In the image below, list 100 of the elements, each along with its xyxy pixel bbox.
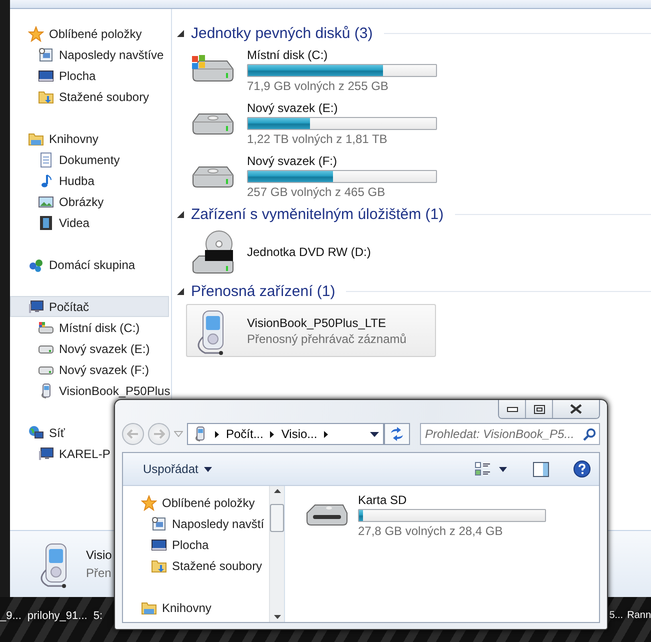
download-folder-icon [151,558,167,574]
nav-item[interactable]: Videa [10,212,92,233]
folder-icon [141,600,157,616]
preview-pane-button[interactable] [533,462,549,476]
organize-button[interactable]: Uspořádat [140,460,216,478]
nav-item[interactable]: Nový svazek (E:) [10,338,153,359]
taskbar-item[interactable]: 5... [609,610,624,621]
device-type-text: Přen [86,566,112,580]
picture-icon [38,194,54,210]
folder-icon [28,130,44,146]
drive-tile[interactable]: Karta SD 27,8 GB volných z 28,4 GB [303,491,599,539]
computer-icon [28,298,44,314]
taskbar-item[interactable]: 5: [93,610,103,622]
nav-item[interactable]: Stažené soubory [10,86,152,107]
nav-item[interactable]: VisionBook_P50Plus [10,380,171,401]
nav-item[interactable]: Plocha [10,65,99,86]
device-name: Visio [86,548,112,562]
scrollbar[interactable] [269,486,284,622]
collapse-arrow-icon[interactable] [177,30,184,36]
breadcrumb[interactable]: Počít... [226,427,264,441]
nav-item[interactable]: Obrázky [10,191,107,212]
taskbar-item[interactable]: Rann [627,610,651,621]
taskbar-item[interactable]: prilohy_91... [27,610,88,622]
free-space-text: 257 GB volných z 465 GB [247,185,386,199]
drive-tile[interactable]: Místní disk (C:) 71,9 GB volných z 255 GB [177,44,651,97]
nav-item[interactable]: Hudba [10,170,98,191]
collapse-arrow-icon[interactable] [177,210,184,218]
document-icon [38,152,54,168]
computer-icon [38,446,54,462]
scroll-down-icon[interactable] [274,615,280,619]
scroll-up-icon[interactable] [274,489,280,493]
drive-name: Nový svazek (F:) [247,154,338,168]
nav-item[interactable]: KAREL-P [10,443,114,464]
back-arrow-icon [127,429,139,439]
search-icon[interactable] [583,428,596,440]
drive-icon [38,320,54,336]
device-name: VisionBook_P50Plus_LTE [247,316,387,330]
nav-item[interactable]: Naposledy navští [123,513,268,534]
device-tile[interactable]: VisionBook_P50Plus_LTE Přenosný přehrávač záznamů [186,304,436,357]
view-options-button[interactable] [475,462,507,476]
nav-item[interactable]: Dokumenty [10,149,123,170]
drive-name: Místní disk (C:) [247,48,329,62]
help-icon [573,460,591,478]
drive-tile[interactable]: Nový svazek (E:) 1,22 TB volných z 1,81 TB [177,97,651,150]
desktop-icon [38,68,54,84]
drive-name: Nový svazek (E:) [247,101,339,115]
drive-tile[interactable]: Nový svazek (F:) 257 GB volných z 465 GB [177,150,651,203]
nav-item[interactable]: Místní disk (C:) [10,317,143,338]
preview-pane-icon [533,462,549,476]
minimize-button[interactable] [499,400,526,418]
maximize-icon [534,404,544,414]
download-folder-icon [38,88,54,104]
window-clock-icon [151,516,167,532]
nav-item[interactable]: Oblíbené položky [10,23,145,44]
free-space-text: 71,9 GB volných z 255 GB [247,79,390,93]
device-name: Jednotka DVD RW (D:) [247,244,371,258]
homegroup-icon [28,256,44,272]
nav-item[interactable]: Knihovny [10,128,102,149]
help-button[interactable] [573,460,591,478]
nav-item[interactable]: Nový svazek (F:) [10,359,152,380]
chevron-icon[interactable] [214,430,220,438]
taskbar-item[interactable]: _9... [0,610,22,622]
caret-icon [499,466,507,472]
address-field[interactable]: Počít... Visio... [187,423,384,445]
nav-item[interactable]: Knihovny [123,597,214,618]
collapse-arrow-icon[interactable] [177,288,184,294]
nav-item[interactable]: Počítač [10,296,169,317]
nav-item[interactable]: Oblíbené položky [123,492,258,513]
free-space-text: 27,8 GB volných z 28,4 GB [358,524,504,538]
device-tile[interactable]: Jednotka DVD RW (D:) [177,229,651,274]
nav-item[interactable]: Síť [10,422,68,443]
nav-item[interactable]: Domácí skupina [10,254,138,275]
close-button[interactable] [553,400,599,418]
caret-icon[interactable] [370,432,379,436]
scroll-thumb[interactable] [270,504,284,532]
group-heading[interactable]: Jednotky pevných disků (3) [191,24,373,42]
window-clock-icon [38,46,54,62]
drive-name: Karta SD [358,492,408,506]
minimize-icon [506,406,518,412]
chevron-icon[interactable] [323,430,330,438]
desktop-icon [151,536,167,552]
film-icon [38,214,54,230]
close-icon [570,404,582,414]
search-field[interactable]: Prohledat: VisionBook_P5... [420,423,600,445]
maximize-button[interactable] [526,400,553,418]
breadcrumb[interactable]: Visio... [281,427,318,441]
nav-item[interactable]: Naposledy navštíve [10,44,167,65]
network-icon [28,424,44,440]
refresh-button[interactable] [384,423,410,445]
view-list-icon [475,462,491,476]
group-heading[interactable]: Přenosná zařízení (1) [191,282,336,300]
chevron-icon[interactable] [269,430,276,438]
refresh-icon [389,427,405,441]
forward-arrow-icon [153,429,165,439]
nav-item[interactable]: Plocha [123,534,212,555]
star-icon [28,26,44,42]
group-heading[interactable]: Zařízení s vyměnitelným úložištěm (1) [191,206,444,222]
free-space-text: 1,22 TB volných z 1,81 TB [247,132,388,146]
nav-item[interactable]: Stažené soubory [123,555,266,576]
device-type-text: Přenosný přehrávač záznamů [247,332,406,346]
